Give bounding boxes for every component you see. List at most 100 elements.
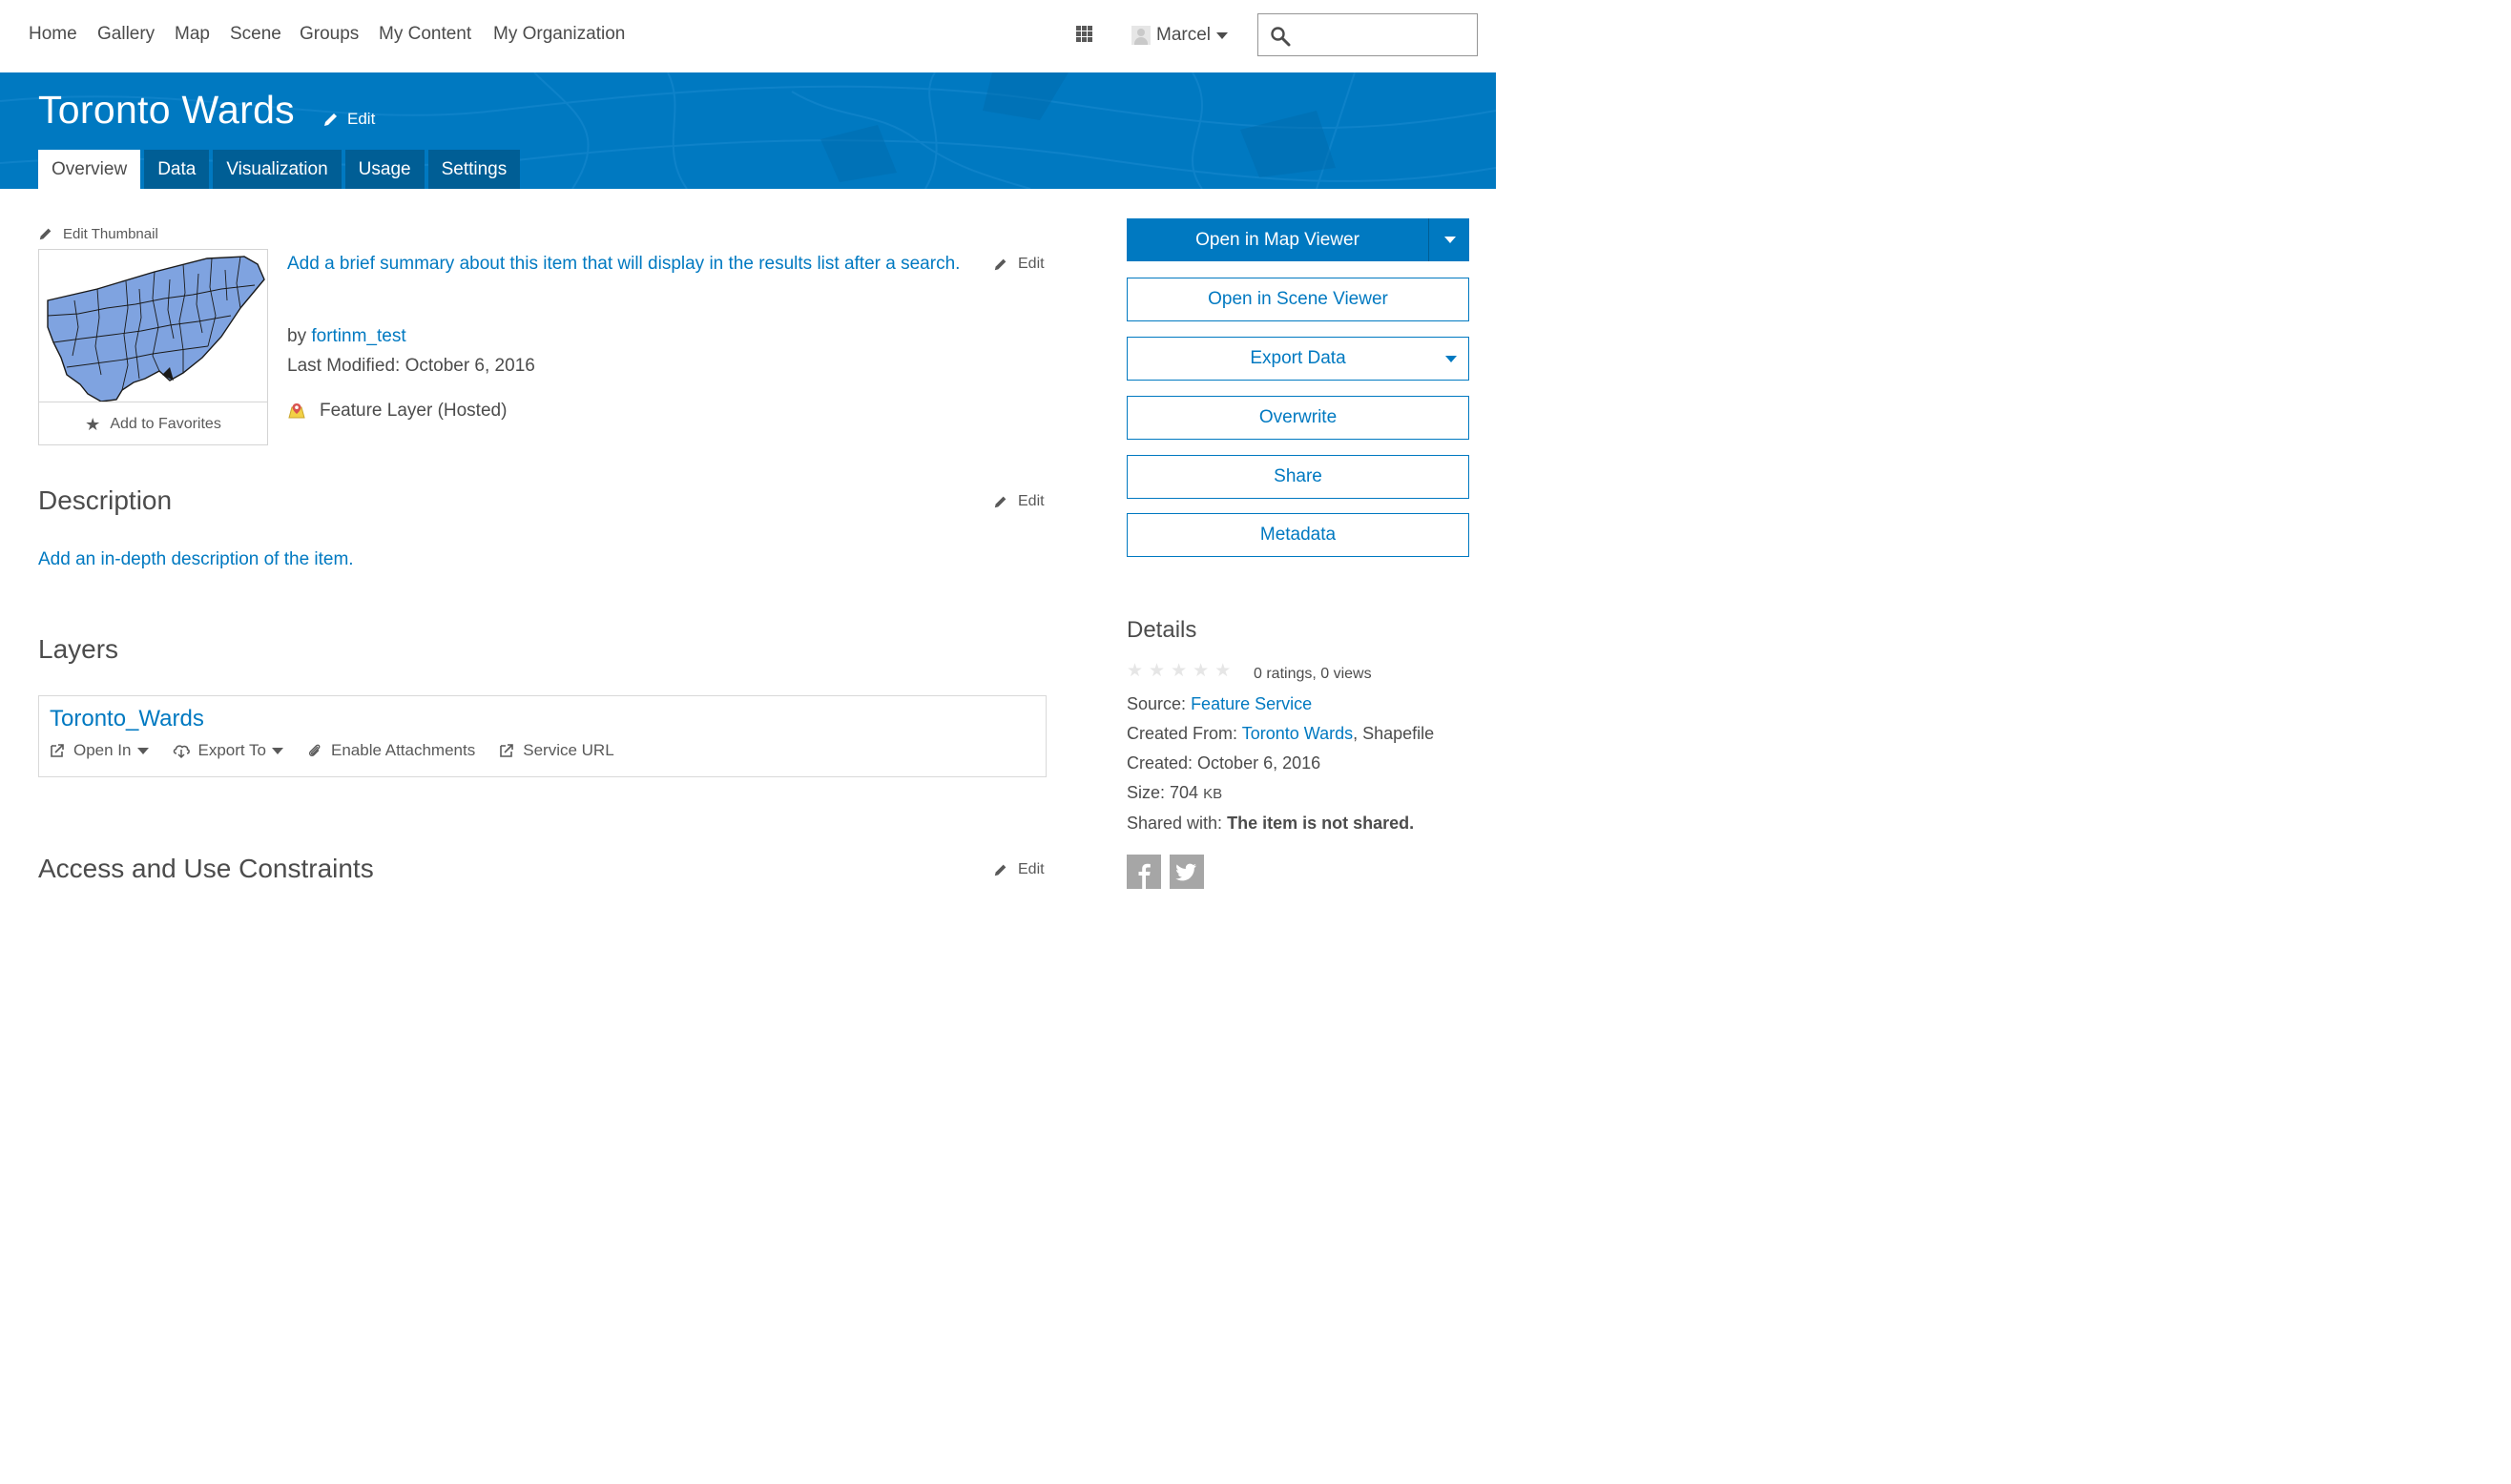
tab-data[interactable]: Data	[144, 150, 210, 189]
share-button[interactable]: Share	[1127, 455, 1469, 499]
rating-summary: 0 ratings, 0 views	[1254, 666, 1372, 682]
tab-usage[interactable]: Usage	[344, 150, 425, 189]
edit-constraints-button[interactable]: Edit	[993, 860, 1045, 879]
chevron-down-icon	[1216, 31, 1229, 39]
page-title: Toronto Wards	[38, 88, 295, 132]
nav-map[interactable]: Map	[175, 24, 210, 45]
edit-thumbnail-button[interactable]: Edit Thumbnail	[38, 224, 158, 243]
twitter-icon	[1175, 863, 1196, 881]
created-from-link[interactable]: Toronto Wards	[1242, 724, 1353, 743]
source-label: Source:	[1127, 694, 1187, 713]
chevron-down-icon	[136, 747, 149, 754]
export-data-button[interactable]: Export Data	[1127, 337, 1469, 381]
last-modified: Last Modified: October 6, 2016	[287, 356, 535, 376]
layer-card: Toronto_Wards Open In Export To Enable A…	[38, 695, 1047, 777]
user-menu[interactable]: Marcel	[1131, 23, 1229, 48]
tab-settings[interactable]: Settings	[427, 150, 521, 189]
nav-my-organization[interactable]: My Organization	[493, 24, 625, 45]
owner-line: by fortinm_test	[287, 326, 406, 347]
star-icon[interactable]: ★	[1127, 662, 1143, 680]
pencil-icon	[994, 258, 1006, 271]
top-navigation: Home Gallery Map Scene Groups My Content…	[0, 0, 1496, 72]
nav-scene[interactable]: Scene	[230, 24, 281, 45]
layer-actions: Open In Export To Enable Attachments Ser…	[49, 740, 637, 761]
description-heading: Description	[38, 485, 173, 515]
export-to-label: Export To	[197, 741, 267, 759]
search-icon[interactable]	[1270, 26, 1291, 47]
facebook-icon	[1138, 863, 1151, 889]
rating-stars[interactable]: ★ ★ ★ ★ ★	[1127, 662, 1231, 680]
edit-label: Edit	[1018, 861, 1045, 877]
detail-source: Source: Feature Service	[1127, 694, 1312, 714]
star-icon[interactable]: ★	[1171, 662, 1187, 680]
item-type: Feature Layer (Hosted)	[287, 401, 507, 422]
chevron-down-icon	[272, 747, 284, 754]
pencil-icon	[994, 864, 1006, 876]
open-map-viewer-dropdown[interactable]	[1428, 218, 1470, 261]
edit-summary-button[interactable]: Edit	[993, 255, 1045, 274]
nav-my-content[interactable]: My Content	[379, 24, 471, 45]
edit-title-button[interactable]: Edit	[322, 109, 375, 130]
size-label: Size: 704	[1127, 783, 1199, 802]
pencil-icon	[324, 113, 337, 126]
constraints-heading: Access and Use Constraints	[38, 854, 374, 883]
enable-attachments-button[interactable]: Enable Attachments	[306, 741, 475, 760]
nav-gallery[interactable]: Gallery	[97, 24, 155, 45]
shared-value: The item is not shared.	[1227, 814, 1415, 833]
nav-groups[interactable]: Groups	[300, 24, 359, 45]
source-link[interactable]: Feature Service	[1191, 694, 1312, 713]
edit-label: Edit	[1018, 256, 1045, 272]
add-to-favorites-button[interactable]: ★ Add to Favorites	[39, 402, 267, 445]
open-in-map-viewer-button[interactable]: Open in Map Viewer	[1127, 218, 1469, 261]
edit-description-button[interactable]: Edit	[993, 492, 1045, 511]
overwrite-button[interactable]: Overwrite	[1127, 396, 1469, 440]
by-prefix: by	[287, 326, 307, 346]
feature-layer-icon	[288, 403, 305, 419]
created-from-label: Created From:	[1127, 724, 1238, 743]
detail-size: Size: 704 KB	[1127, 783, 1222, 803]
details-heading: Details	[1127, 617, 1197, 643]
search-input[interactable]	[1300, 20, 1476, 51]
apps-grid-icon[interactable]	[1076, 26, 1092, 42]
pencil-icon	[994, 496, 1006, 508]
summary-prompt-link[interactable]: Add a brief summary about this item that…	[287, 249, 969, 278]
twitter-share-button[interactable]	[1170, 855, 1204, 889]
detail-created: Created: October 6, 2016	[1127, 753, 1321, 773]
chevron-down-icon	[1443, 237, 1456, 243]
enable-attachments-label: Enable Attachments	[331, 741, 476, 759]
service-url-button[interactable]: Service URL	[498, 741, 614, 760]
detail-created-from: Created From: Toronto Wards, Shapefile	[1127, 724, 1434, 744]
star-icon: ★	[85, 414, 101, 434]
star-icon[interactable]: ★	[1193, 662, 1209, 680]
layer-name-link[interactable]: Toronto_Wards	[50, 706, 204, 732]
edit-label: Edit	[347, 110, 376, 128]
facebook-share-button[interactable]	[1127, 855, 1161, 889]
owner-link[interactable]: fortinm_test	[311, 326, 405, 346]
search-box	[1257, 13, 1478, 56]
metadata-button[interactable]: Metadata	[1127, 513, 1469, 557]
export-data-label: Export Data	[1250, 348, 1346, 368]
description-prompt-link[interactable]: Add an in-depth description of the item.	[38, 549, 354, 570]
size-unit: KB	[1203, 786, 1223, 802]
tab-visualization[interactable]: Visualization	[213, 150, 342, 189]
cloud-download-icon	[173, 745, 190, 759]
tab-overview[interactable]: Overview	[38, 150, 141, 189]
add-to-favorites-label: Add to Favorites	[110, 415, 221, 432]
export-to-dropdown[interactable]: Export To	[172, 741, 284, 760]
edit-label: Edit	[1018, 493, 1045, 509]
created-from-suffix: , Shapefile	[1353, 724, 1435, 743]
open-in-map-viewer-label: Open in Map Viewer	[1195, 229, 1359, 250]
item-type-label: Feature Layer (Hosted)	[320, 401, 508, 421]
layers-heading: Layers	[38, 634, 119, 664]
shared-label: Shared with:	[1127, 814, 1223, 833]
edit-thumbnail-label: Edit Thumbnail	[63, 225, 158, 242]
service-url-label: Service URL	[523, 741, 614, 759]
open-in-scene-viewer-button[interactable]: Open in Scene Viewer	[1127, 278, 1469, 321]
open-in-label: Open In	[73, 741, 132, 759]
star-icon[interactable]: ★	[1214, 662, 1231, 680]
nav-home[interactable]: Home	[29, 24, 77, 45]
star-icon[interactable]: ★	[1149, 662, 1165, 680]
open-in-dropdown[interactable]: Open In	[49, 741, 149, 760]
thumbnail-map-image	[47, 256, 265, 402]
detail-shared: Shared with: The item is not shared.	[1127, 814, 1414, 834]
